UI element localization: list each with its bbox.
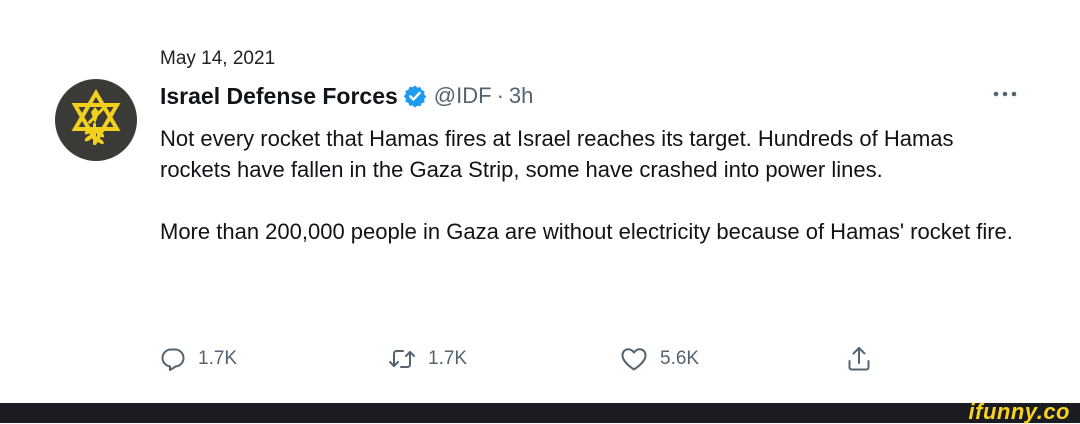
author-handle[interactable]: @IDF xyxy=(434,83,492,109)
reply-button[interactable]: 1.7K xyxy=(160,344,237,374)
tweet-paragraph-1: Not every rocket that Hamas fires at Isr… xyxy=(160,126,954,182)
tweet-text: Not every rocket that Hamas fires at Isr… xyxy=(160,123,1020,247)
like-icon xyxy=(621,348,647,371)
share-button[interactable] xyxy=(846,344,872,374)
tweet-paragraph-2: More than 200,000 people in Gaza are wit… xyxy=(160,219,1013,244)
tweet-date: May 14, 2021 xyxy=(160,48,276,69)
author-avatar[interactable] xyxy=(55,79,137,161)
verified-badge-icon xyxy=(403,84,427,108)
retweet-icon xyxy=(389,350,415,368)
tweet-time[interactable]: 3h xyxy=(509,83,533,109)
more-options-icon[interactable] xyxy=(990,82,1020,106)
reply-icon xyxy=(161,348,185,371)
author-name[interactable]: Israel Defense Forces xyxy=(160,83,398,110)
retweet-button[interactable]: 1.7K xyxy=(388,344,467,374)
header-separator: · xyxy=(496,83,504,108)
retweet-count: 1.7K xyxy=(428,348,468,369)
like-button[interactable]: 5.6K xyxy=(620,344,699,374)
share-icon xyxy=(848,347,870,371)
tweet-header: Israel Defense Forces @IDF · 3h xyxy=(160,80,533,112)
tweet-actions: 1.7K 1.7K 5.6K xyxy=(160,344,900,374)
idf-emblem-icon xyxy=(71,89,121,145)
reply-count: 1.7K xyxy=(198,348,238,369)
ifunny-watermark: ifunny.co xyxy=(968,399,1070,424)
like-count: 5.6K xyxy=(660,348,700,369)
footer-bar: ifunny.co xyxy=(0,399,1080,424)
